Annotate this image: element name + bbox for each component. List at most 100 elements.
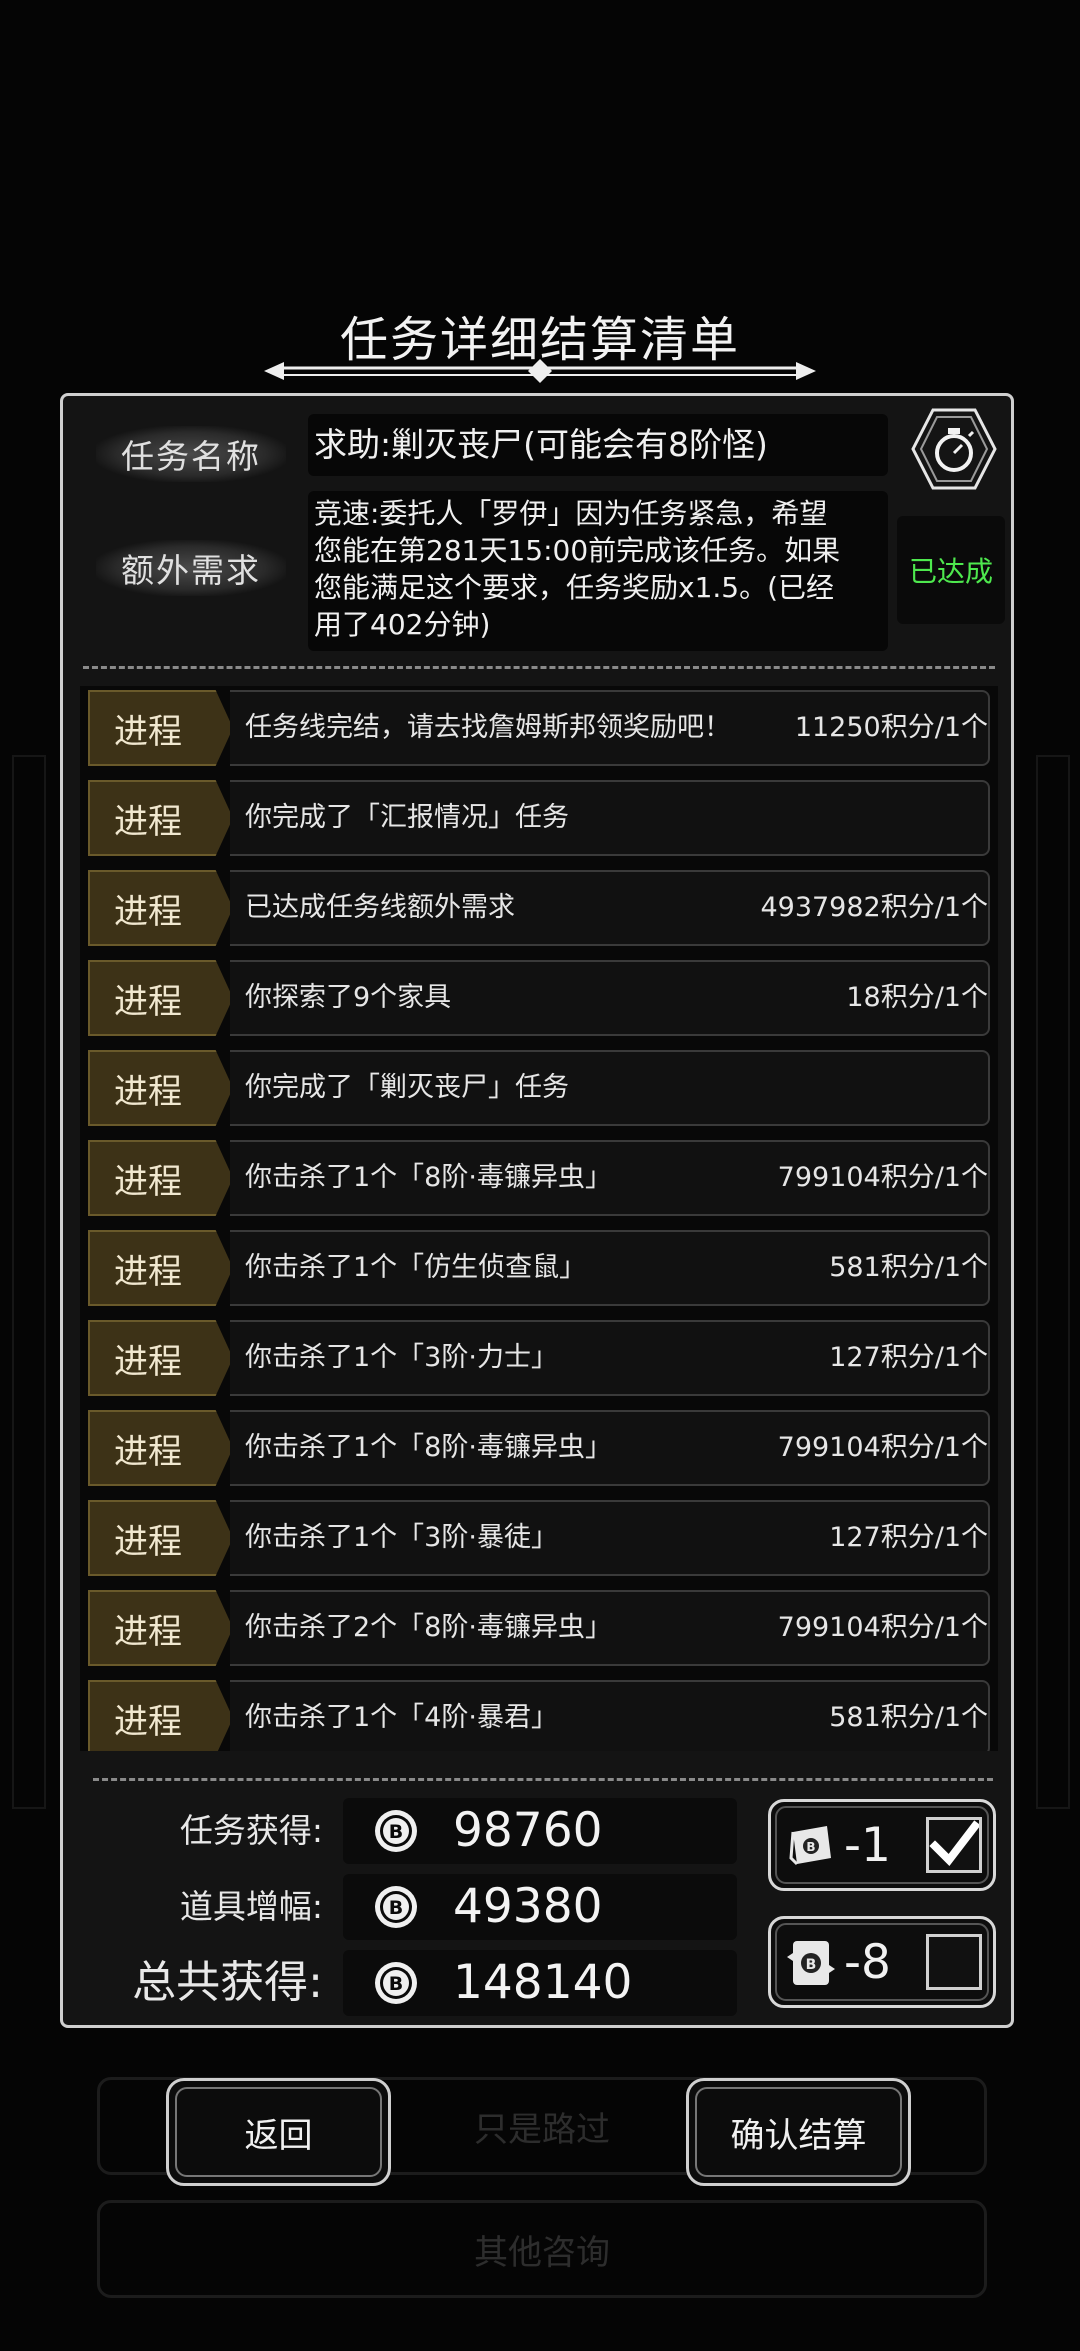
list-item: 进程 你探索了9个家具 18积分/1个: [80, 956, 998, 1036]
stopwatch-icon: [911, 408, 997, 490]
extra-requirement-text: 竞速:委托人「罗伊」因为任务紧急，希望 您能在第281天15:00前完成该任务。…: [308, 491, 888, 651]
progress-text: 你完成了「汇报情况」任务: [245, 802, 569, 833]
progress-tag: 进程: [88, 1500, 233, 1576]
title-ornament: [264, 359, 816, 383]
progress-row-body: 已达成任务线额外需求 4937982积分/1个: [230, 870, 990, 946]
list-item: 进程 你击杀了1个「3阶·力士」 127积分/1个: [80, 1316, 998, 1396]
list-item: 进程 任务线完结，请去找詹姆斯邦领奖励吧！ 11250积分/1个: [80, 686, 998, 766]
item-use-checkbox[interactable]: [926, 1934, 982, 1990]
progress-row-body: 你击杀了2个「8阶·毒镰异虫」 799104积分/1个: [230, 1590, 990, 1666]
progress-text: 你击杀了1个「8阶·毒镰异虫」: [245, 1432, 612, 1463]
progress-score: 799104积分/1个: [777, 1162, 988, 1193]
scroll-ticket-icon: B: [789, 1826, 831, 1866]
total-reward-label: 总共获得:: [132, 1957, 323, 2008]
task-reward-box: B 98760: [343, 1798, 737, 1864]
task-reward-label: 任务获得:: [179, 1811, 323, 1850]
background-option-other: 其他咨询: [97, 2200, 987, 2298]
progress-tag: 进程: [88, 690, 233, 766]
progress-row-body: 你击杀了1个「3阶·力士」 127积分/1个: [230, 1320, 990, 1396]
list-item: 进程 你击杀了1个「仿生侦查鼠」 581积分/1个: [80, 1226, 998, 1306]
background-frame-right: [1036, 755, 1070, 1809]
progress-list[interactable]: 进程 任务线完结，请去找詹姆斯邦领奖励吧！ 11250积分/1个 进程 你完成了…: [80, 686, 998, 1751]
progress-tag: 进程: [88, 1680, 233, 1751]
svg-text:B: B: [389, 1973, 403, 1995]
progress-tag: 进程: [88, 1590, 233, 1666]
progress-tag: 进程: [88, 1410, 233, 1486]
list-item: 进程 已达成任务线额外需求 4937982积分/1个: [80, 866, 998, 946]
coin-icon: B: [375, 1886, 417, 1928]
progress-score: 127积分/1个: [829, 1342, 988, 1373]
progress-score: 799104积分/1个: [777, 1432, 988, 1463]
card-ticket-icon: B: [787, 1941, 835, 1985]
list-item: 进程 你击杀了1个「8阶·毒镰异虫」 799104积分/1个: [80, 1136, 998, 1216]
extra-requirement-label: 额外需求: [96, 540, 286, 596]
progress-row-body: 你击杀了1个「仿生侦查鼠」 581积分/1个: [230, 1230, 990, 1306]
task-name-value: 求助:剿灭丧尸(可能会有8阶怪): [308, 414, 888, 476]
list-item: 进程 你完成了「剿灭丧尸」任务: [80, 1046, 998, 1126]
item-bonus-box: B 49380: [343, 1874, 737, 1940]
progress-tag: 进程: [88, 1140, 233, 1216]
progress-text: 你击杀了1个「仿生侦查鼠」: [245, 1252, 587, 1283]
progress-text: 你击杀了1个「3阶·力士」: [245, 1342, 558, 1373]
progress-text: 你击杀了1个「3阶·暴徒」: [245, 1522, 558, 1553]
progress-tag: 进程: [88, 780, 233, 856]
divider-bottom: [93, 1778, 993, 1781]
progress-score: 4937982积分/1个: [760, 892, 988, 923]
confirm-settlement-button[interactable]: 确认结算: [686, 2078, 911, 2186]
progress-text: 你击杀了1个「4阶·暴君」: [245, 1702, 558, 1733]
progress-text: 任务线完结，请去找詹姆斯邦领奖励吧！: [245, 712, 731, 743]
progress-tag: 进程: [88, 1050, 233, 1126]
progress-score: 11250积分/1个: [794, 712, 988, 743]
total-reward-box: B 148140: [343, 1950, 737, 2016]
progress-row-body: 你击杀了1个「8阶·毒镰异虫」 799104积分/1个: [230, 1410, 990, 1486]
item-count: -1: [844, 1818, 891, 1873]
list-item: 进程 你击杀了1个「8阶·毒镰异虫」 799104积分/1个: [80, 1406, 998, 1486]
task-reward-value: 98760: [453, 1803, 603, 1858]
progress-row-body: 你探索了9个家具 18积分/1个: [230, 960, 990, 1036]
requirement-status-badge: 已达成: [897, 516, 1005, 624]
progress-row-body: 你完成了「剿灭丧尸」任务: [230, 1050, 990, 1126]
coin-icon: B: [375, 1962, 417, 2004]
progress-row-body: 你击杀了1个「8阶·毒镰异虫」 799104积分/1个: [230, 1140, 990, 1216]
item-bonus-value: 49380: [453, 1879, 603, 1934]
progress-score: 581积分/1个: [829, 1252, 988, 1283]
svg-text:B: B: [389, 1897, 403, 1919]
check-icon: [929, 1820, 981, 1867]
progress-text: 你完成了「剿灭丧尸」任务: [245, 1072, 569, 1103]
background-frame-left: [12, 755, 46, 1809]
progress-row-body: 你完成了「汇报情况」任务: [230, 780, 990, 856]
coin-icon: B: [375, 1810, 417, 1852]
svg-text:B: B: [806, 1957, 817, 1973]
item-card-card[interactable]: B -8: [768, 1916, 996, 2008]
task-name-label: 任务名称: [96, 426, 286, 482]
list-item: 进程 你完成了「汇报情况」任务: [80, 776, 998, 856]
svg-text:B: B: [389, 1821, 403, 1843]
list-item: 进程 你击杀了1个「3阶·暴徒」 127积分/1个: [80, 1496, 998, 1576]
back-button[interactable]: 返回: [166, 2078, 391, 2186]
svg-text:B: B: [806, 1840, 815, 1854]
item-card-scroll[interactable]: B -1: [768, 1799, 996, 1891]
progress-text: 你击杀了2个「8阶·毒镰异虫」: [245, 1612, 612, 1643]
progress-row-body: 你击杀了1个「4阶·暴君」 581积分/1个: [230, 1680, 990, 1751]
progress-text: 已达成任务线额外需求: [245, 892, 515, 923]
divider-top: [83, 666, 995, 669]
progress-text: 你击杀了1个「8阶·毒镰异虫」: [245, 1162, 612, 1193]
progress-tag: 进程: [88, 870, 233, 946]
item-bonus-label: 道具增幅:: [179, 1887, 323, 1926]
item-use-checkbox[interactable]: [926, 1817, 982, 1873]
progress-text: 你探索了9个家具: [245, 982, 452, 1013]
progress-tag: 进程: [88, 1320, 233, 1396]
progress-row-body: 你击杀了1个「3阶·暴徒」 127积分/1个: [230, 1500, 990, 1576]
settlement-panel: 任务名称 求助:剿灭丧尸(可能会有8阶怪) 额外需求 竞速:委托人「罗伊」因为任…: [60, 393, 1014, 2028]
progress-tag: 进程: [88, 1230, 233, 1306]
progress-score: 127积分/1个: [829, 1522, 988, 1553]
progress-score: 799104积分/1个: [777, 1612, 988, 1643]
item-count: -8: [844, 1935, 891, 1990]
progress-score: 18积分/1个: [846, 982, 988, 1013]
list-item: 进程 你击杀了2个「8阶·毒镰异虫」 799104积分/1个: [80, 1586, 998, 1666]
list-item: 进程 你击杀了1个「4阶·暴君」 581积分/1个: [80, 1676, 998, 1751]
progress-score: 581积分/1个: [829, 1702, 988, 1733]
total-reward-value: 148140: [453, 1955, 633, 2010]
progress-tag: 进程: [88, 960, 233, 1036]
progress-row-body: 任务线完结，请去找詹姆斯邦领奖励吧！ 11250积分/1个: [230, 690, 990, 766]
